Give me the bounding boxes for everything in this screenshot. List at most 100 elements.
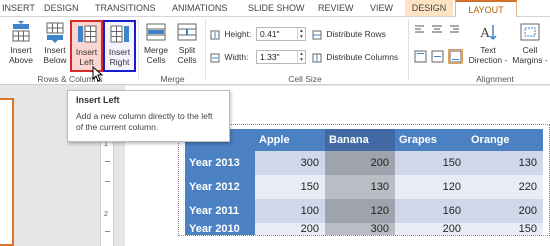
distribute-columns-icon xyxy=(312,53,322,63)
align-bottom-icon[interactable] xyxy=(448,49,463,64)
tab-review[interactable]: REVIEW xyxy=(318,0,354,16)
slide-thumbnail-pane xyxy=(0,86,20,246)
height-row: Height: xyxy=(210,27,251,41)
insert-above-icon xyxy=(12,21,30,42)
insert-right-label-1: Insert xyxy=(108,47,131,57)
tab-table-design[interactable]: DESIGN xyxy=(405,0,453,16)
tab-view[interactable]: VIEW xyxy=(370,0,393,16)
table-row-header[interactable]: Year 2013 xyxy=(185,151,255,175)
insert-above-button[interactable]: Insert Above xyxy=(4,20,38,72)
table-cell[interactable]: 160 xyxy=(395,199,467,223)
table-cell[interactable]: 200 xyxy=(395,223,467,235)
group-divider xyxy=(408,20,409,80)
height-input[interactable]: 0.41" ▲ ▼ xyxy=(256,27,306,41)
height-label: Height: xyxy=(224,29,252,39)
split-cells-label-2: Cells xyxy=(177,55,197,65)
table-cell[interactable]: 300 xyxy=(325,223,395,235)
insert-right-button[interactable]: Insert Right xyxy=(103,20,136,72)
insert-below-icon xyxy=(46,22,64,43)
height-spinner[interactable]: ▲ ▼ xyxy=(297,28,305,40)
table-header-cell[interactable]: Orange xyxy=(467,129,543,151)
align-top-icon[interactable] xyxy=(414,50,427,63)
distribute-columns-label: Distribute Columns xyxy=(326,52,399,62)
row-height-icon xyxy=(210,30,220,40)
ribbon-tabs-bar: INSERT DESIGN TRANSITIONS ANIMATIONS SLI… xyxy=(0,0,550,17)
insert-left-label-1: Insert xyxy=(75,47,98,57)
ruler-tick xyxy=(105,181,110,182)
table-cell[interactable]: 130 xyxy=(467,151,543,175)
tab-slide-show[interactable]: SLIDE SHOW xyxy=(248,0,305,16)
merge-group-label: Merge xyxy=(160,74,185,84)
table-cell[interactable]: 220 xyxy=(467,175,543,199)
table-frame[interactable]: Apple Banana Grapes Orange Year 2013 300… xyxy=(178,124,550,236)
ruler-number: 1 xyxy=(104,141,108,148)
tooltip-description: Add a new column directly to the left of… xyxy=(76,111,213,132)
spin-down-icon[interactable]: ▼ xyxy=(298,34,305,40)
table-row-header[interactable]: Year 2010 xyxy=(185,223,255,235)
distribute-rows-button[interactable]: Distribute Rows xyxy=(312,27,386,41)
ruler-tick xyxy=(105,161,110,162)
align-middle-icon[interactable] xyxy=(431,50,444,63)
merge-cells-button[interactable]: Merge Cells xyxy=(141,20,171,72)
insert-below-label-2: Below xyxy=(43,55,67,65)
insert-right-icon xyxy=(110,25,129,43)
merge-cells-label-2: Cells xyxy=(146,55,166,65)
table-cell[interactable]: 150 xyxy=(395,151,467,175)
cell-size-group-label: Cell Size xyxy=(288,74,322,84)
table-header-cell[interactable]: Banana xyxy=(325,129,395,151)
width-input[interactable]: 1.33" ▲ ▼ xyxy=(256,50,306,64)
group-divider xyxy=(138,20,139,80)
tab-design[interactable]: DESIGN xyxy=(44,0,79,16)
group-divider xyxy=(205,20,206,80)
split-cells-label-1: Split xyxy=(178,45,196,55)
table-row-header[interactable]: Year 2012 xyxy=(185,175,255,199)
tab-insert[interactable]: INSERT xyxy=(2,0,35,16)
cell-margins-button[interactable]: Cell Margins - xyxy=(510,20,550,72)
width-spinner[interactable]: ▲ ▼ xyxy=(297,51,305,63)
rows-columns-group-label: Rows & Columns xyxy=(37,74,103,84)
insert-left-button[interactable]: Insert Left xyxy=(70,20,103,72)
ribbon: Insert Above Insert Below Insert Left In… xyxy=(0,17,550,85)
table-cell[interactable]: 200 xyxy=(467,199,543,223)
split-cells-icon xyxy=(177,23,197,41)
table-header-cell[interactable]: Apple xyxy=(255,129,325,151)
tab-transitions[interactable]: TRANSITIONS xyxy=(95,0,156,16)
insert-left-tooltip: Insert Left Add a new column directly to… xyxy=(67,90,230,142)
column-width-icon xyxy=(210,53,220,63)
height-value: 0.41" xyxy=(260,29,280,39)
table-cell[interactable]: 150 xyxy=(255,175,325,199)
insert-below-button[interactable]: Insert Below xyxy=(38,20,72,72)
distribute-rows-icon xyxy=(312,30,322,40)
table-cell[interactable]: 200 xyxy=(255,223,325,235)
table-cell[interactable]: 120 xyxy=(395,175,467,199)
text-direction-icon: A xyxy=(480,25,497,41)
align-right-icon[interactable] xyxy=(448,23,460,35)
table-header-cell[interactable]: Grapes xyxy=(395,129,467,151)
spin-down-icon[interactable]: ▼ xyxy=(298,57,305,63)
distribute-columns-button[interactable]: Distribute Columns xyxy=(312,50,398,64)
align-left-icon[interactable] xyxy=(414,23,426,35)
text-direction-button[interactable]: A Text Direction - xyxy=(466,20,510,72)
slide-thumbnail[interactable] xyxy=(0,98,14,246)
table-row-header[interactable]: Year 2011 xyxy=(185,199,255,223)
tab-table-layout[interactable]: LAYOUT xyxy=(455,0,517,17)
split-cells-button[interactable]: Split Cells xyxy=(172,20,202,72)
table-cell[interactable]: 100 xyxy=(255,199,325,223)
align-center-icon[interactable] xyxy=(431,23,443,35)
table-cell[interactable]: 120 xyxy=(325,199,395,223)
merge-cells-label-1: Merge xyxy=(143,45,169,55)
insert-right-label-2: Right xyxy=(109,57,130,67)
table-cell[interactable]: 150 xyxy=(467,223,543,235)
table-cell[interactable]: 200 xyxy=(325,151,395,175)
merge-cells-icon xyxy=(146,23,166,41)
tooltip-title: Insert Left xyxy=(76,95,120,105)
mouse-pointer-icon xyxy=(92,66,104,82)
insert-above-label-1: Insert xyxy=(10,45,32,55)
table-cell[interactable]: 300 xyxy=(255,151,325,175)
tab-animations[interactable]: ANIMATIONS xyxy=(172,0,227,16)
text-direction-label-2: Direction - xyxy=(468,55,508,65)
insert-above-label-2: Above xyxy=(8,55,34,65)
svg-text:A: A xyxy=(480,26,491,41)
ruler-tick xyxy=(105,231,110,232)
table-cell[interactable]: 130 xyxy=(325,175,395,199)
